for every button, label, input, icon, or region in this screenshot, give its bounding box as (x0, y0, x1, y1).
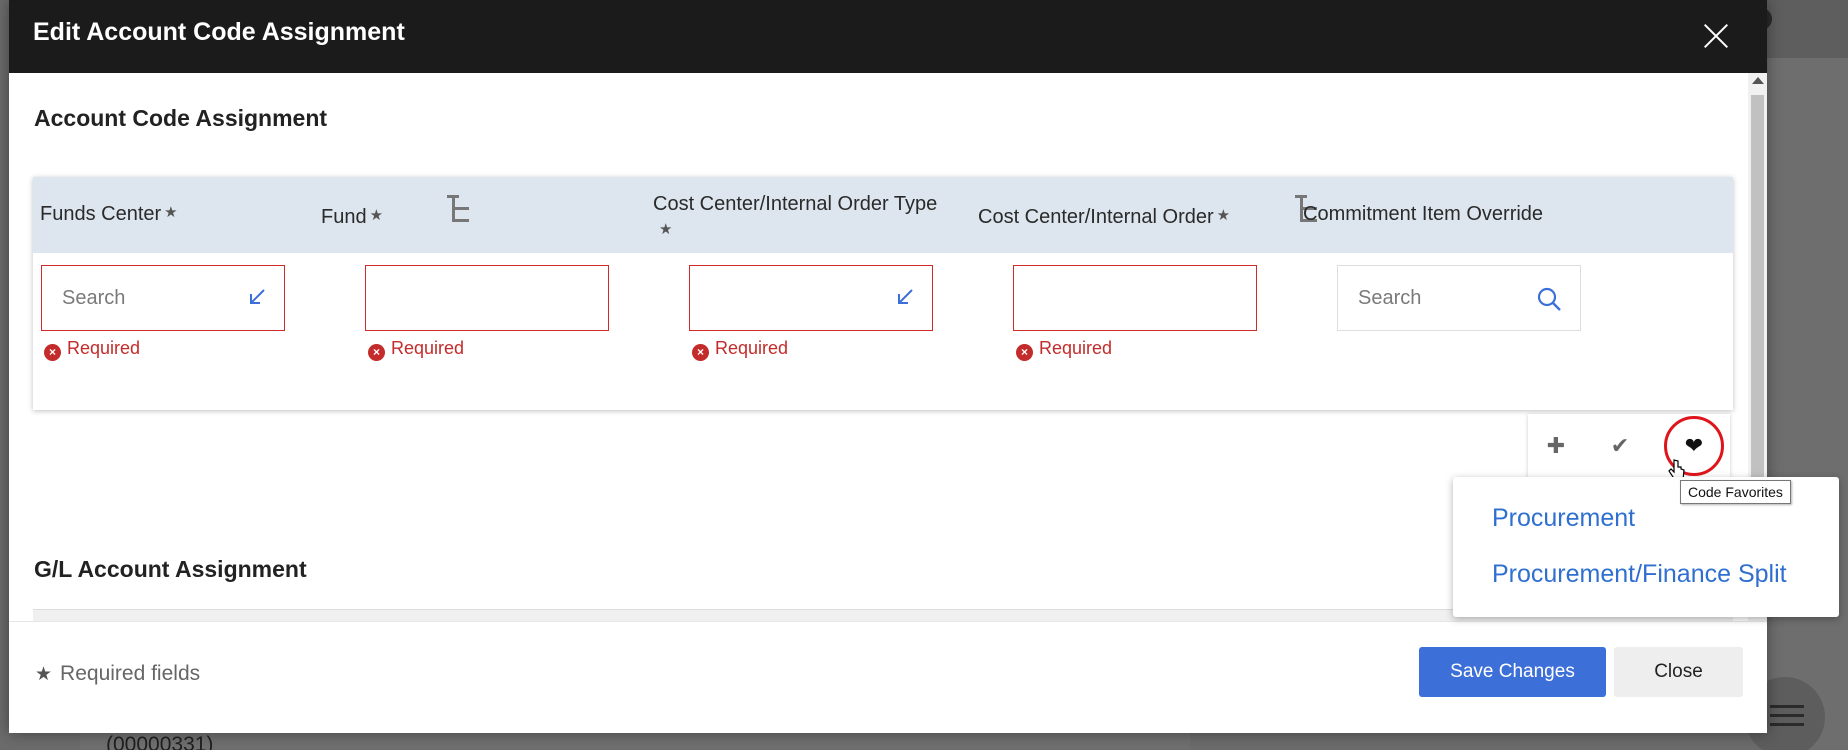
required-star-icon: ★ (35, 664, 53, 685)
section-title-gl: G/L Account Assignment (34, 556, 307, 582)
required-error: × Required (1016, 338, 1112, 361)
close-button[interactable]: Close (1614, 647, 1743, 697)
favorite-item[interactable]: Procurement (1492, 504, 1635, 533)
sliders-icon (1770, 705, 1804, 729)
hierarchy-icon[interactable] (445, 195, 469, 223)
required-star-icon: ★ (659, 221, 673, 238)
error-icon: × (1016, 344, 1033, 361)
column-label-funds-center: Funds Center ★ (40, 203, 178, 225)
check-icon[interactable]: ✔ (1602, 428, 1638, 464)
arrow-down-left-icon[interactable] (248, 288, 266, 306)
section-title-account: Account Code Assignment (34, 105, 328, 131)
funds-center-placeholder: Search (62, 287, 126, 309)
error-icon: × (692, 344, 709, 361)
cost-center-type-input[interactable] (689, 265, 933, 331)
column-label-cost-center-type: Cost Center/Internal Order Type ★ (653, 191, 953, 243)
save-changes-button[interactable]: Save Changes (1419, 647, 1606, 697)
modal-footer: ★ Required fields Save Changes Close (9, 621, 1767, 733)
error-icon: × (368, 344, 385, 361)
required-error: × Required (368, 338, 464, 361)
required-star-icon: ★ (369, 207, 384, 224)
column-label-commitment-item: Commitment Item Override (1303, 203, 1544, 225)
close-icon[interactable] (1699, 18, 1735, 54)
favorite-item[interactable]: Procurement/Finance Split (1492, 560, 1787, 589)
row-action-bar: ✚ ✔ ❤ (1528, 414, 1730, 478)
commitment-item-placeholder: Search (1358, 287, 1422, 309)
edit-account-modal: Edit Account Code Assignment Account Cod… (9, 0, 1767, 733)
funds-center-input[interactable]: Search (41, 265, 285, 331)
column-label-cost-center: Cost Center/Internal Order ★ (978, 206, 1231, 228)
search-icon[interactable] (1536, 286, 1562, 312)
column-label-fund: Fund ★ (321, 206, 384, 228)
required-error: × Required (44, 338, 140, 361)
required-star-icon: ★ (164, 204, 178, 221)
modal-title: Edit Account Code Assignment (33, 18, 405, 46)
fund-input[interactable] (365, 265, 609, 331)
plus-icon[interactable]: ✚ (1538, 428, 1574, 464)
arrow-down-left-icon[interactable] (896, 288, 914, 306)
required-error: × Required (692, 338, 788, 361)
cost-center-input[interactable] (1013, 265, 1257, 331)
code-favorites-tooltip: Code Favorites (1680, 480, 1791, 504)
error-icon: × (44, 344, 61, 361)
commitment-item-input[interactable]: Search (1337, 265, 1581, 331)
required-star-icon: ★ (1216, 207, 1231, 224)
modal-header: Edit Account Code Assignment (9, 0, 1767, 73)
required-fields-note: ★ Required fields (35, 662, 201, 685)
background-strip (80, 730, 1190, 750)
background-text: (00000331) (106, 733, 214, 750)
background-right-panel (1767, 0, 1848, 750)
scroll-thumb[interactable] (1751, 95, 1764, 495)
scroll-up-icon[interactable] (1752, 77, 1764, 84)
